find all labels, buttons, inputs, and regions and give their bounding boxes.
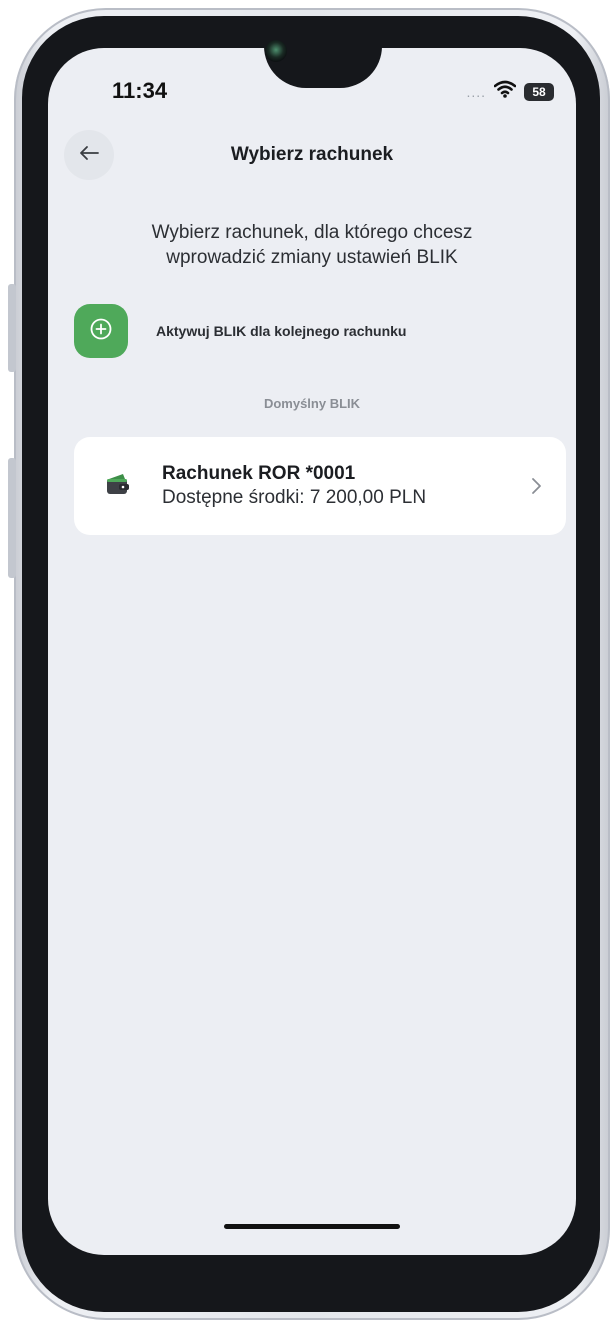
plus-circle-icon — [89, 317, 113, 346]
volume-button — [8, 284, 16, 372]
battery-indicator: 58 — [524, 82, 554, 101]
account-name: Rachunek ROR *0001 — [162, 463, 356, 484]
home-indicator[interactable] — [224, 1224, 400, 1229]
activate-blik-button[interactable]: Aktywuj BLIK dla kolejnego rachunku — [74, 304, 406, 358]
signal-indicator: .... — [466, 83, 486, 100]
status-icons: .... 58 — [466, 80, 554, 103]
wallet-icon — [104, 471, 132, 499]
front-camera — [265, 40, 287, 62]
page-title: Wybierz rachunek — [230, 144, 394, 165]
account-card[interactable]: Rachunek ROR *0001 Dostępne środki: 7 20… — [74, 437, 566, 535]
screen: 11:34 .... 58 Wybierz rachunek Wybierz r… — [48, 48, 576, 1255]
default-blik-section-label: Domyślny BLIK — [263, 396, 361, 411]
activate-blik-label: Aktywuj BLIK dla kolejnego rachunku — [156, 323, 407, 339]
status-time: 11:34 — [112, 78, 168, 103]
account-balance: Dostępne środki: 7 200,00 PLN — [162, 487, 427, 508]
instruction-text: Wybierz rachunek, dla którego chcesz wpr… — [151, 222, 473, 268]
power-button — [8, 458, 16, 578]
activate-blik-icon-box — [74, 304, 128, 358]
chevron-right-icon — [530, 475, 544, 497]
wifi-icon — [493, 80, 517, 103]
